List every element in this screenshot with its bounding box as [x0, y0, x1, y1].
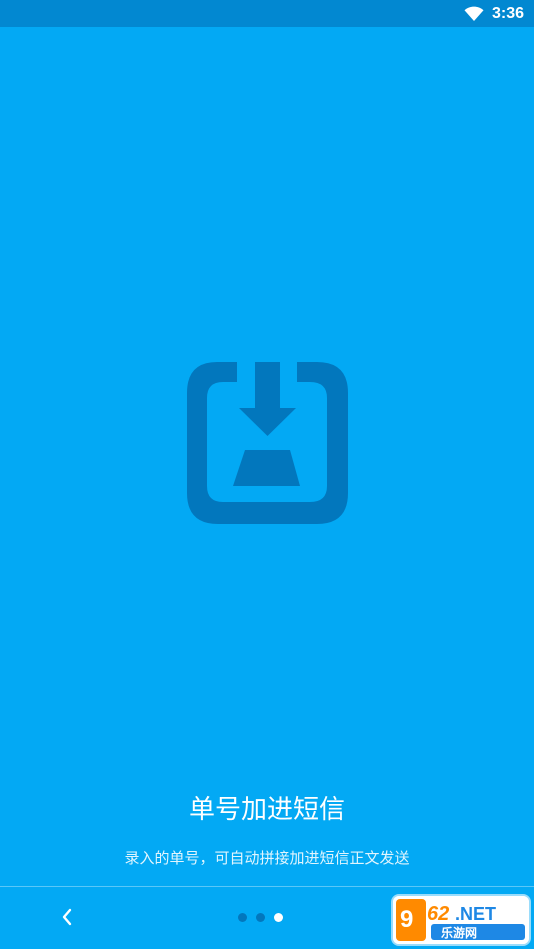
svg-text:9: 9	[400, 906, 413, 933]
download-import-icon	[187, 362, 348, 524]
back-button[interactable]	[46, 893, 88, 941]
watermark-logo: 9 62 .NET 乐游网	[393, 896, 529, 944]
onboarding-screen: 3:36 单号加进短信 录入的单号，可自动拼接加进短信正文发送 9 62 .NE…	[0, 0, 534, 949]
page-title: 单号加进短信	[188, 795, 345, 825]
bottom-divider	[0, 886, 534, 887]
page-dot-3-active[interactable]	[274, 912, 283, 922]
watermark-image: 9 62 .NET 乐游网	[393, 896, 529, 944]
page-dot-1[interactable]	[238, 912, 247, 922]
status-time: 3:36	[491, 4, 524, 22]
page-description: 录入的单号，可自动拼接加进短信正文发送	[124, 849, 410, 867]
wifi-icon	[464, 6, 484, 21]
page-dot-2[interactable]	[256, 912, 265, 922]
status-bar: 3:36	[0, 0, 534, 27]
svg-text:乐游网: 乐游网	[441, 925, 477, 940]
status-icons: 3:36	[464, 0, 524, 27]
svg-text:62: 62	[427, 903, 449, 925]
page-indicator	[238, 910, 283, 924]
chevron-left-icon	[62, 908, 72, 926]
svg-text:.NET: .NET	[455, 904, 496, 924]
